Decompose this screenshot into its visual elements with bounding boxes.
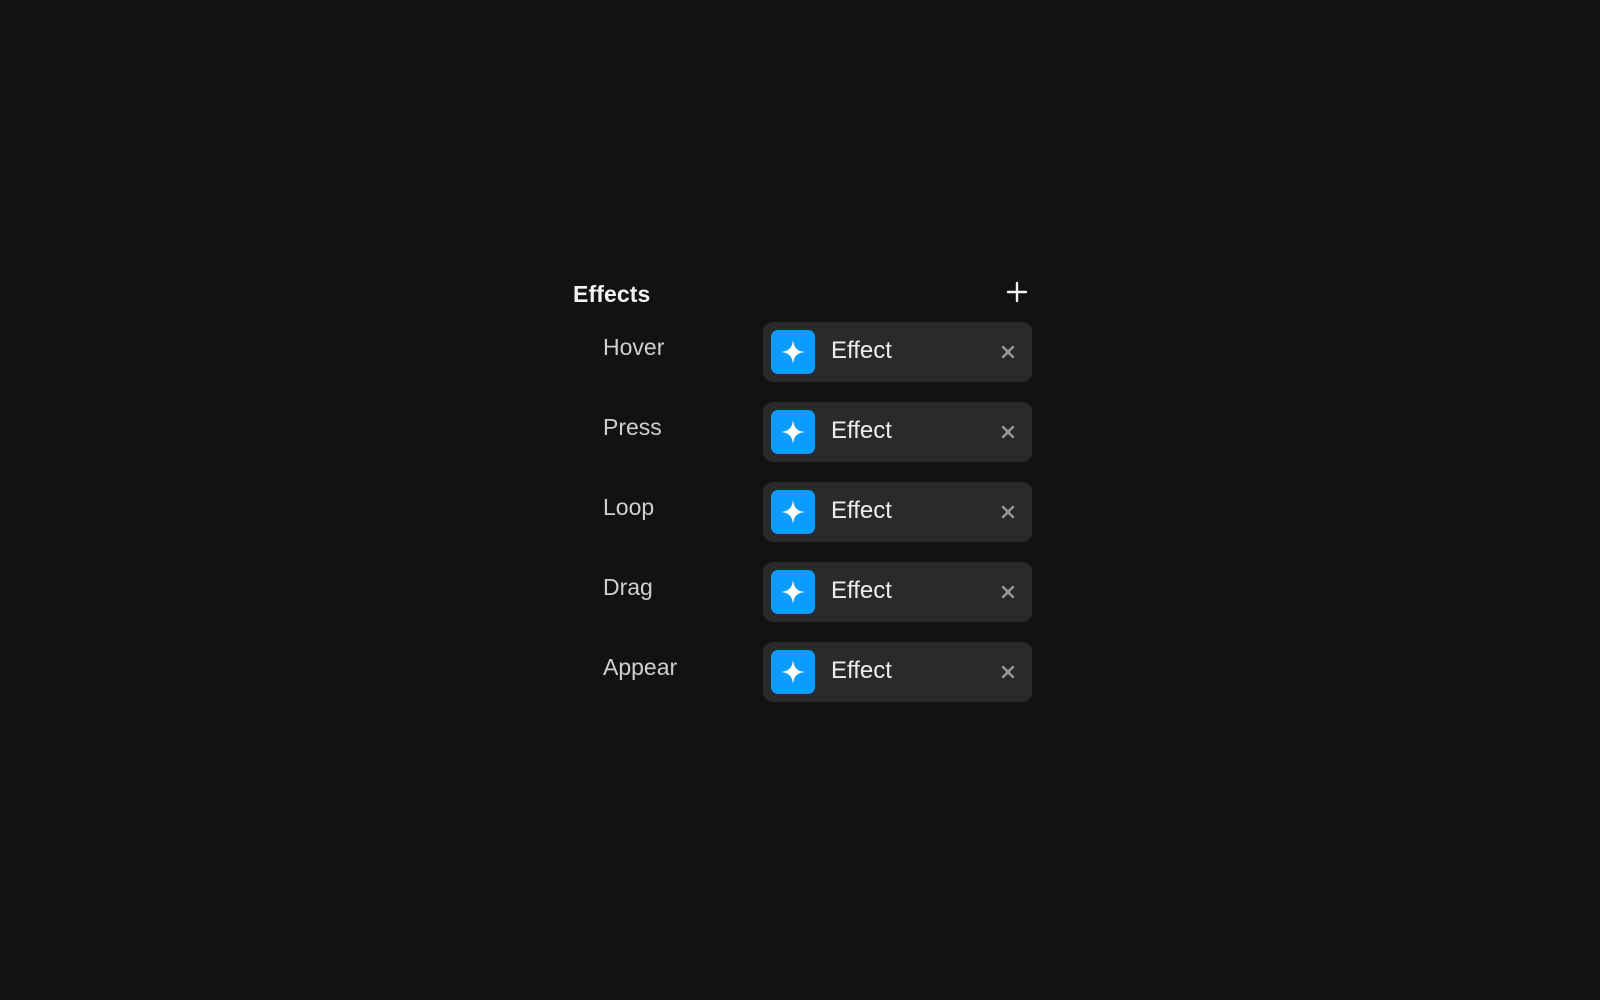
effect-row-press: Press Effect [573,402,1032,482]
sparkle-icon [771,490,815,534]
effect-name: Effect [831,337,892,364]
trigger-label: Drag [603,574,653,600]
sparkle-icon [771,570,815,614]
trigger-label: Press [603,414,662,440]
effect-selector[interactable]: Effect [763,482,1032,542]
remove-effect-button[interactable] [996,420,1020,444]
effect-name: Effect [831,417,892,444]
remove-effect-button[interactable] [996,340,1020,364]
effect-selector[interactable]: Effect [763,642,1032,702]
effects-title: Effects [573,281,651,307]
close-icon [1001,425,1015,439]
effect-row-hover: Hover Effect [573,322,1032,402]
effect-row-drag: Drag Effect [573,562,1032,642]
close-icon [1001,345,1015,359]
effect-name: Effect [831,497,892,524]
effects-header: Effects [573,272,1032,322]
effect-name: Effect [831,577,892,604]
effect-selector[interactable]: Effect [763,402,1032,462]
effect-selector[interactable]: Effect [763,562,1032,622]
plus-icon [1006,281,1028,303]
effect-selector[interactable]: Effect [763,322,1032,382]
close-icon [1001,665,1015,679]
remove-effect-button[interactable] [996,580,1020,604]
close-icon [1001,585,1015,599]
sparkle-icon [771,330,815,374]
sparkle-icon [771,650,815,694]
sparkle-icon [771,410,815,454]
trigger-label: Hover [603,334,665,360]
effect-row-appear: Appear Effect [573,642,1032,722]
remove-effect-button[interactable] [996,500,1020,524]
effect-row-loop: Loop Effect [573,482,1032,562]
close-icon [1001,505,1015,519]
add-effect-button[interactable] [1002,277,1032,307]
trigger-label: Loop [603,494,655,520]
effect-name: Effect [831,657,892,684]
remove-effect-button[interactable] [996,660,1020,684]
trigger-label: Appear [603,654,678,680]
effects-panel: Effects Hover Effect Press Effect Loop E… [573,272,1032,722]
